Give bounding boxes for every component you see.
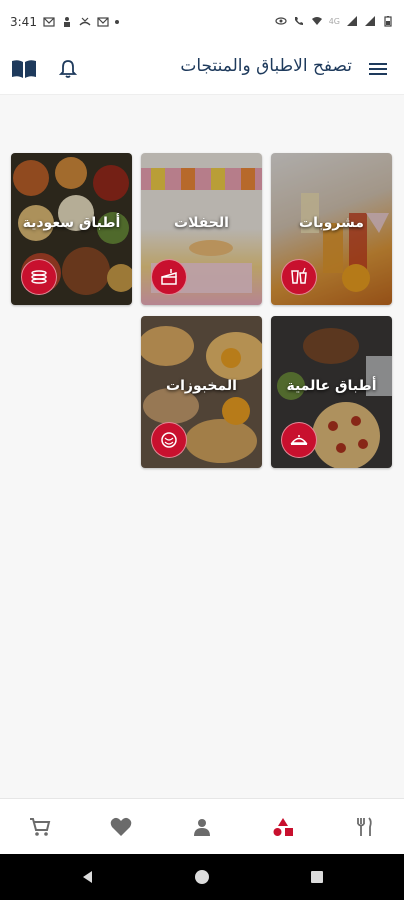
cake-icon: [151, 259, 187, 295]
person-icon: [194, 819, 210, 836]
cart-icon: [30, 818, 51, 836]
pancake-stack-icon: [21, 259, 57, 295]
cutlery-icon: [357, 817, 372, 836]
battery-icon: [384, 16, 392, 27]
person-pin-icon: [63, 17, 70, 27]
category-tile-parties[interactable]: الحفلات: [141, 153, 262, 305]
app-bar: تصفح الاطباق والمنتجات: [0, 44, 404, 95]
mail-icon: [97, 17, 109, 27]
signal-icon: [347, 16, 357, 26]
category-label: مشروبات: [299, 215, 364, 231]
system-navigation-bar: [0, 854, 404, 900]
status-bar: 3:41 4G: [0, 0, 404, 44]
category-label: المخبوزات: [166, 378, 237, 394]
category-tile-drinks[interactable]: مشروبات: [271, 153, 392, 305]
category-label: أطباق عالمية: [286, 378, 377, 394]
bread-icon: [151, 422, 187, 458]
call-icon: [294, 17, 303, 25]
page-title: تصفح الاطباق والمنتجات: [180, 56, 352, 76]
notification-dot-icon: [114, 20, 119, 24]
menu-button[interactable]: [364, 55, 392, 83]
nav-profile[interactable]: [188, 813, 216, 841]
bottom-navigation: [0, 798, 404, 855]
serving-dish-icon: [281, 422, 317, 458]
back-icon[interactable]: [80, 869, 96, 885]
mail-icon: [43, 17, 55, 27]
notifications-button[interactable]: [54, 55, 82, 83]
book-button[interactable]: [10, 55, 38, 83]
book-icon: [12, 60, 36, 78]
drinks-icon: [281, 259, 317, 295]
nav-favorites[interactable]: [107, 813, 135, 841]
missed-call-icon: [79, 17, 91, 26]
categories-icon: [273, 818, 293, 836]
hamburger-menu-icon: [369, 63, 387, 75]
nav-categories[interactable]: [269, 813, 297, 841]
nav-cart[interactable]: [26, 813, 54, 841]
signal-icon: [365, 16, 375, 26]
status-time: 3:41: [10, 15, 37, 29]
heart-icon: [110, 817, 132, 836]
category-tile-saudi-dishes[interactable]: أطباق سعودية: [11, 153, 132, 305]
category-tile-international-dishes[interactable]: أطباق عالمية: [271, 316, 392, 468]
eye-icon: [275, 17, 287, 25]
recents-icon[interactable]: [309, 869, 325, 885]
category-label: الحفلات: [174, 215, 229, 231]
wifi-icon: [311, 17, 322, 25]
home-icon[interactable]: [194, 869, 210, 885]
network-label: 4G: [328, 16, 340, 26]
nav-restaurants[interactable]: [350, 813, 378, 841]
category-tile-bakery[interactable]: المخبوزات: [141, 316, 262, 468]
category-label: أطباق سعودية: [22, 215, 121, 231]
bell-icon: [59, 60, 77, 78]
